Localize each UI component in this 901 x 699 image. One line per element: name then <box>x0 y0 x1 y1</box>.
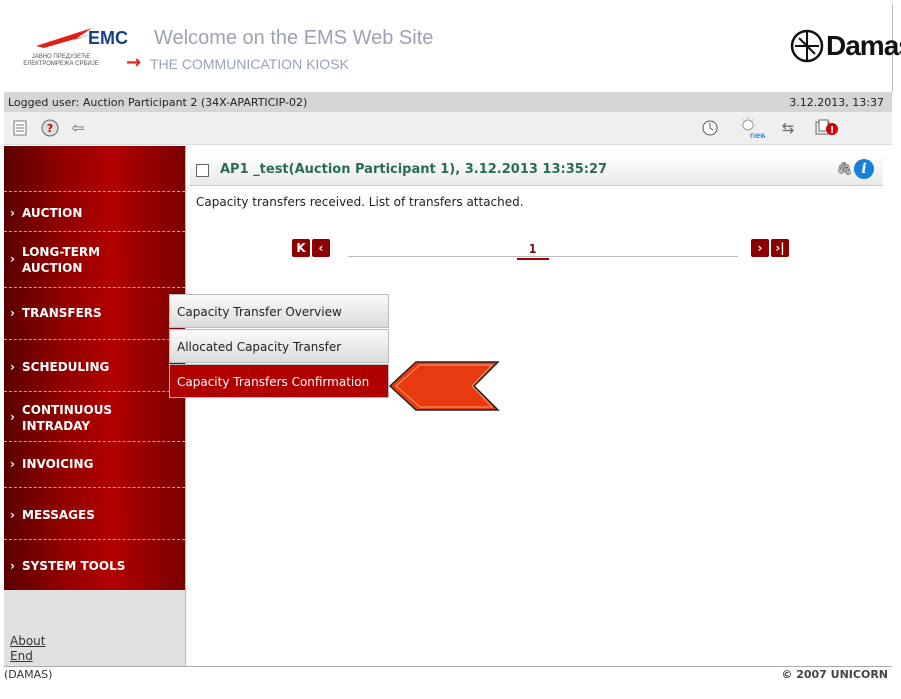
chevron-right-icon: › <box>10 508 15 522</box>
transfer-arrows-icon[interactable]: ⇆ <box>778 118 798 138</box>
chevron-right-icon: › <box>10 410 15 424</box>
emc-logo-icon <box>36 28 92 48</box>
svg-text:new: new <box>750 131 765 139</box>
toolbar: ? ⇦ new ⇆ ! <box>4 112 892 145</box>
red-arrow-icon: → <box>126 52 142 73</box>
svg-text:?: ? <box>47 122 53 135</box>
about-link[interactable]: About <box>10 634 45 648</box>
datetime-label: 3.12.2013, 13:37 <box>789 96 884 109</box>
sidebar-item-long-term-auction[interactable]: › LONG-TERM AUCTION <box>4 232 185 288</box>
info-icon[interactable]: i <box>854 159 874 179</box>
chevron-right-icon: › <box>10 306 15 320</box>
svg-text:!: ! <box>830 125 835 136</box>
chevron-right-icon: › <box>10 252 15 266</box>
emc-logo-text: EMC <box>88 28 128 48</box>
sidebar-item-system-tools[interactable]: › SYSTEM TOOLS <box>4 540 185 590</box>
submenu-capacity-transfers-confirmation[interactable]: Capacity Transfers Confirmation <box>169 364 389 398</box>
sidebar-item-invoicing[interactable]: › INVOICING <box>4 442 185 488</box>
help-icon[interactable]: ? <box>40 118 60 138</box>
document-icon[interactable] <box>10 118 30 138</box>
sidebar-item-label: CONTINUOUS INTRADAY <box>22 403 113 433</box>
prev-page-button[interactable]: ‹ <box>312 239 330 257</box>
footer: (DAMAS) © 2007 UNICORN <box>4 666 892 683</box>
sidebar-top-spacer <box>4 146 185 192</box>
submenu-capacity-transfer-overview[interactable]: Capacity Transfer Overview <box>169 294 389 328</box>
submenu-allocated-capacity-transfer[interactable]: Allocated Capacity Transfer <box>169 329 389 363</box>
message-header: AP1 _test(Auction Participant 1), 3.12.2… <box>190 155 883 186</box>
sidebar: › AUCTION › LONG-TERM AUCTION › TRANSFER… <box>4 146 186 666</box>
sidebar-item-label: SYSTEM TOOLS <box>22 559 126 573</box>
chevron-right-icon: › <box>10 360 15 374</box>
sidebar-item-label: INVOICING <box>22 457 94 471</box>
sidebar-item-continuous-intraday[interactable]: › CONTINUOUS INTRADAY <box>4 392 185 442</box>
sidebar-item-transfers[interactable]: › TRANSFERS <box>4 288 185 340</box>
last-page-button[interactable]: ›| <box>771 239 789 257</box>
first-page-button[interactable]: K <box>292 239 310 257</box>
pagination-track <box>348 256 738 257</box>
sidebar-item-messages[interactable]: › MESSAGES <box>4 488 185 540</box>
footer-app-label: (DAMAS) <box>4 668 53 681</box>
damas-logo-text: Damas <box>826 30 901 61</box>
chevron-right-icon: › <box>10 457 15 471</box>
sidebar-item-auction[interactable]: › AUCTION <box>4 192 185 232</box>
sidebar-item-label: TRANSFERS <box>22 306 102 320</box>
chevron-right-icon: › <box>10 559 15 573</box>
new-bulb-icon[interactable]: new <box>737 117 765 139</box>
header: EMC ЈАВНО ПРЕДУЗЕЋЕ ЕЛЕКТРОМРЕЖА СРБИЈЕ … <box>4 4 901 92</box>
emc-logo-subtitle: ЈАВНО ПРЕДУЗЕЋЕ ЕЛЕКТРОМРЕЖА СРБИЈЕ <box>23 54 99 67</box>
current-page-number[interactable]: 1 <box>529 242 536 256</box>
sidebar-item-label: AUCTION <box>22 206 83 220</box>
sidebar-item-label: SCHEDULING <box>22 360 110 374</box>
message-body: Capacity transfers received. List of tra… <box>196 195 524 209</box>
current-page-underline <box>517 258 549 260</box>
kiosk-subtitle: THE COMMUNICATION KIOSK <box>150 56 349 72</box>
end-link[interactable]: End <box>10 649 33 663</box>
sidebar-menu: › AUCTION › LONG-TERM AUCTION › TRANSFER… <box>4 146 185 590</box>
next-page-button[interactable]: › <box>751 239 769 257</box>
footer-copyright: © 2007 UNICORN <box>781 668 888 681</box>
message-title: AP1 _test(Auction Participant 1), 3.12.2… <box>220 162 608 177</box>
clock-icon[interactable] <box>700 118 720 138</box>
welcome-title: Welcome on the EMS Web Site <box>154 27 434 49</box>
alert-mail-icon[interactable]: ! <box>814 118 840 138</box>
sidebar-item-label: MESSAGES <box>22 508 95 522</box>
paperclip-icon[interactable]: 🖇 <box>836 162 853 177</box>
logged-user-label: Logged user: Auction Participant 2 (34X-… <box>8 96 308 109</box>
chevron-right-icon: › <box>10 206 15 220</box>
back-arrow-icon[interactable]: ⇦ <box>68 118 88 138</box>
callout-arrow-icon <box>388 361 500 411</box>
message-checkbox[interactable] <box>196 164 209 177</box>
sidebar-item-scheduling[interactable]: › SCHEDULING <box>4 340 185 392</box>
damas-logo-icon <box>790 29 824 63</box>
status-bar: Logged user: Auction Participant 2 (34X-… <box>4 92 892 112</box>
sidebar-item-label: LONG-TERM AUCTION <box>22 245 101 275</box>
